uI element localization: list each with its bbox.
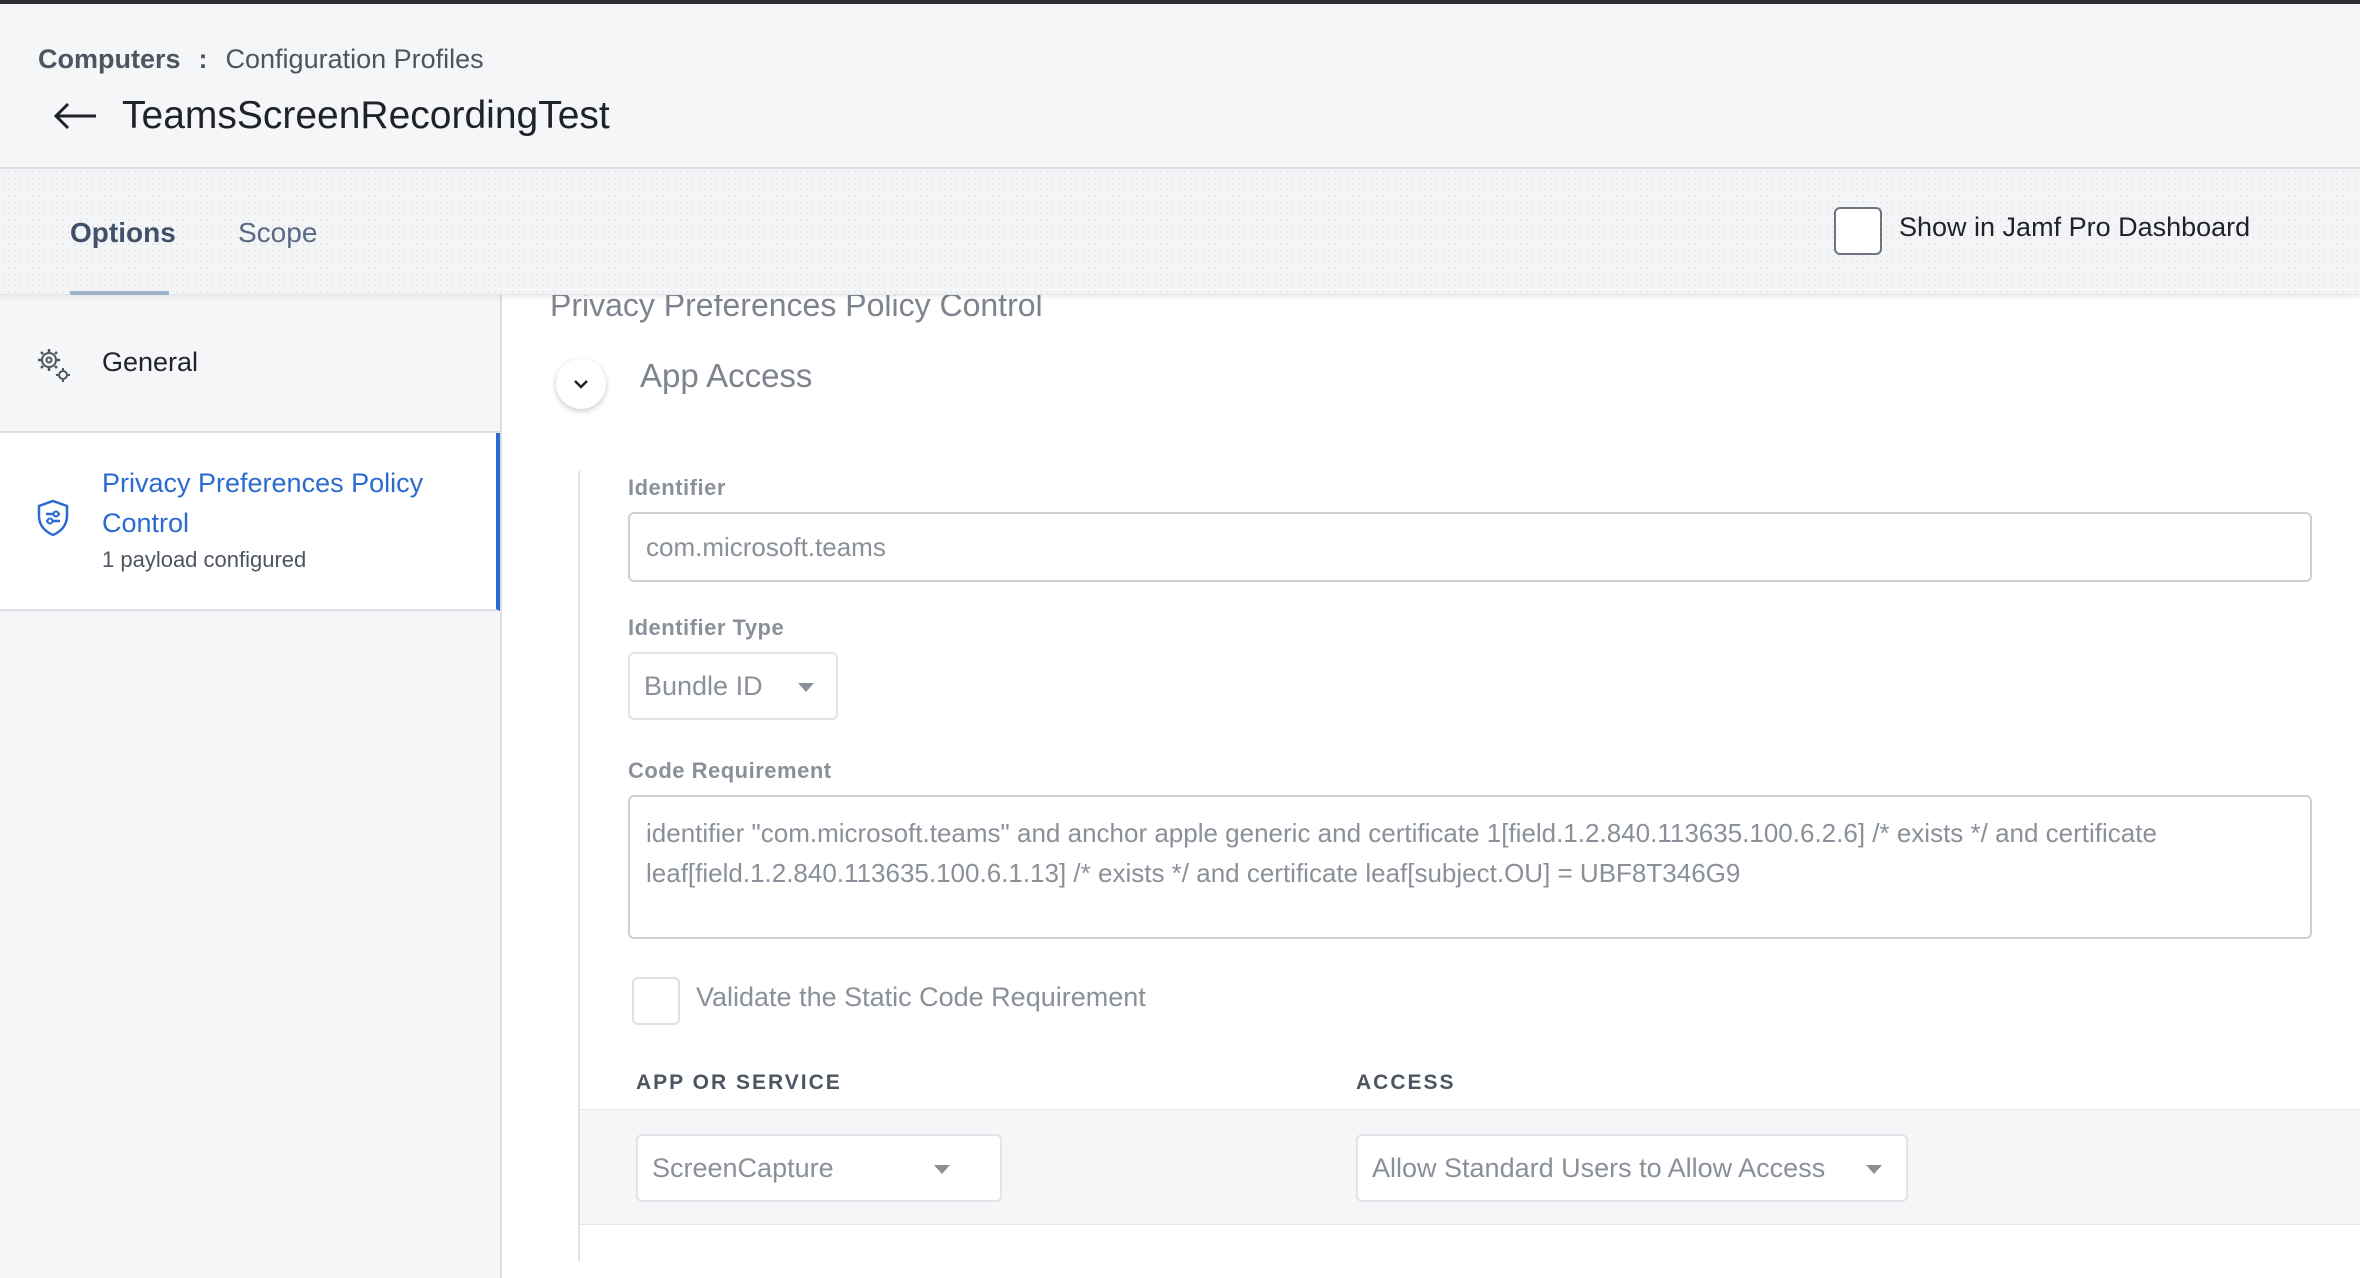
page-header: Computers : Configuration Profiles Teams… xyxy=(0,4,2360,169)
shield-icon xyxy=(37,499,69,537)
sidebar-item-general[interactable]: General xyxy=(0,295,500,433)
validate-static-code-label: Validate the Static Code Requirement xyxy=(696,982,1146,1012)
validate-static-code-checkbox[interactable] xyxy=(632,977,680,1025)
breadcrumb: Computers : Configuration Profiles xyxy=(38,44,484,75)
tab-options[interactable]: Options xyxy=(70,217,176,295)
dropdown-caret-icon xyxy=(934,1165,950,1174)
identifier-label: Identifier xyxy=(628,475,726,500)
collapse-button[interactable] xyxy=(556,359,606,409)
main-content: Privacy Preferences Policy Control App A… xyxy=(504,295,2360,1278)
tab-scope[interactable]: Scope xyxy=(238,217,317,295)
column-header-app-or-service: APP OR SERVICE xyxy=(636,1071,842,1094)
identifier-input[interactable]: com.microsoft.teams xyxy=(628,512,2312,582)
subsection-title: App Access xyxy=(640,357,813,394)
dropdown-caret-icon xyxy=(1866,1165,1882,1174)
code-requirement-textarea[interactable]: identifier "com.microsoft.teams" and anc… xyxy=(628,795,2312,939)
column-header-access: ACCESS xyxy=(1356,1071,1456,1094)
dropdown-caret-icon xyxy=(798,683,814,692)
app-or-service-select[interactable]: ScreenCapture xyxy=(636,1134,1002,1202)
page-title: TeamsScreenRecordingTest xyxy=(122,94,610,137)
back-arrow-icon[interactable] xyxy=(50,96,100,136)
code-requirement-label: Code Requirement xyxy=(628,758,832,783)
dashboard-checkbox[interactable] xyxy=(1834,207,1882,255)
chevron-down-icon xyxy=(574,380,588,389)
dashboard-checkbox-label: Show in Jamf Pro Dashboard xyxy=(1899,212,2251,242)
app-or-service-value: ScreenCapture xyxy=(652,1153,834,1183)
identifier-type-select[interactable]: Bundle ID xyxy=(628,652,838,720)
sidebar-item-sublabel: 1 payload configured xyxy=(102,547,307,572)
breadcrumb-configuration-profiles[interactable]: Configuration Profiles xyxy=(226,44,484,75)
gear-icon xyxy=(38,349,70,382)
identifier-type-label: Identifier Type xyxy=(628,615,785,640)
tab-bar: Options Scope Show in Jamf Pro Dashboard xyxy=(0,169,2360,295)
table-row: ScreenCapture Allow Standard Users to Al… xyxy=(580,1109,2360,1225)
sidebar-item-label: General xyxy=(102,347,199,377)
sidebar: General Privacy Preferences Policy Contr… xyxy=(0,295,502,1278)
breadcrumb-computers[interactable]: Computers xyxy=(38,44,181,75)
identifier-type-value: Bundle ID xyxy=(644,671,763,701)
section-title: Privacy Preferences Policy Control xyxy=(550,295,1043,323)
access-select[interactable]: Allow Standard Users to Allow Access xyxy=(1356,1134,1908,1202)
access-value: Allow Standard Users to Allow Access xyxy=(1372,1153,1826,1183)
sidebar-item-privacy[interactable]: Privacy Preferences Policy Control 1 pay… xyxy=(0,433,500,611)
breadcrumb-separator: : xyxy=(198,44,208,74)
sidebar-item-label: Privacy Preferences Policy Control xyxy=(102,468,424,538)
